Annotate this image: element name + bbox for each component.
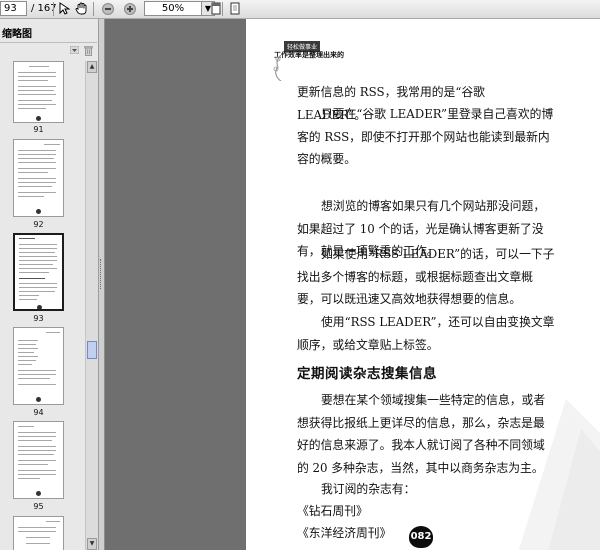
toolbar-separator — [93, 2, 94, 16]
thumbnail-label: 94 — [33, 408, 44, 417]
panel-divider — [0, 42, 97, 43]
scrollbar-thumb[interactable] — [87, 341, 97, 359]
fit-page-icon — [230, 2, 240, 15]
sidebar-menu-icon[interactable] — [70, 46, 79, 54]
thumbnail-list: 91 92 93 94 95 — [0, 61, 85, 550]
thumbnail-label: 95 — [33, 502, 44, 511]
hand-icon — [75, 2, 86, 15]
panel-title: 缩略图 — [2, 29, 32, 40]
watermark-shape — [518, 399, 600, 550]
toolbar: 93 / 167 50% ▼ — [0, 0, 600, 19]
thumbnail-page[interactable] — [13, 516, 64, 550]
thumbnail-label: 93 — [33, 314, 44, 323]
single-page-icon — [211, 2, 221, 15]
document-page: 轻松做事业 工作效率是整理出来的 更新信息的 RSS，我常用的是“谷歌 LEAD… — [246, 19, 600, 550]
page-number-input[interactable]: 93 — [0, 1, 27, 16]
zoom-out-button[interactable] — [100, 1, 116, 16]
thumbnail-label: 92 — [33, 220, 44, 229]
hand-tool-button[interactable] — [73, 1, 89, 16]
trash-icon[interactable] — [84, 45, 93, 56]
fit-page-button[interactable] — [227, 1, 243, 16]
section-heading: 定期阅读杂志搜集信息 — [297, 366, 437, 382]
paragraph: 只要在“谷歌 LEADER”里登录自己喜欢的博客的 RSS，即使不打开那个网站也… — [297, 107, 554, 167]
thumbnail-page-selected[interactable] — [13, 233, 64, 311]
zoom-out-icon — [102, 2, 114, 15]
thumbnail-page[interactable] — [13, 139, 64, 217]
scroll-up-arrow[interactable]: ▲ — [87, 61, 97, 73]
splitter-grip[interactable] — [100, 259, 104, 289]
thumbnail-page[interactable] — [13, 61, 64, 123]
paragraph: 如果使用“RSS LEADER”的话，可以一下子找出多个博客的标题，或根据标题查… — [297, 247, 555, 307]
select-tool-button[interactable] — [56, 1, 72, 16]
zoom-in-button[interactable] — [122, 1, 138, 16]
zoom-in-icon — [124, 2, 136, 15]
thumbnails-panel: 缩略图 91 92 93 94 95 ▲ ▼ — [0, 19, 99, 550]
zoom-input[interactable]: 50% — [144, 1, 202, 16]
header-ornament-icon — [273, 55, 282, 81]
toolbar-separator — [53, 2, 54, 16]
thumbnail-label: 91 — [33, 125, 44, 134]
running-header: 轻松做事业 工作效率是整理出来的 — [273, 41, 414, 81]
thumbnail-page[interactable] — [13, 421, 64, 499]
thumbnail-page[interactable] — [13, 327, 64, 405]
scroll-down-arrow[interactable]: ▼ — [87, 538, 97, 550]
cursor-icon — [59, 2, 70, 15]
single-page-view-button[interactable] — [208, 1, 224, 16]
page-number-badge: 082 — [409, 526, 433, 548]
thumbnail-scrollbar[interactable]: ▲ ▼ — [85, 61, 98, 550]
paragraph: 使用“RSS LEADER”，还可以自由变换文章顺序，或给文章贴上标签。 — [297, 315, 555, 352]
